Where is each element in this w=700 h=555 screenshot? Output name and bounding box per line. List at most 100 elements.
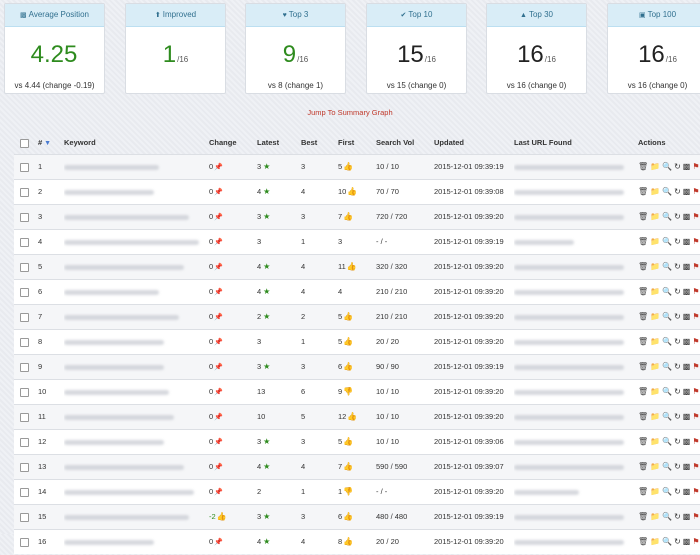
row-last-url[interactable] xyxy=(514,380,634,404)
search-icon[interactable]: 🔍 xyxy=(662,305,672,329)
row-last-url[interactable] xyxy=(514,205,634,229)
folder-icon[interactable]: 📁 xyxy=(650,205,660,229)
search-icon[interactable]: 🔍 xyxy=(662,480,672,504)
folder-icon[interactable]: 📁 xyxy=(650,480,660,504)
row-last-url[interactable] xyxy=(514,430,634,454)
search-icon[interactable]: 🔍 xyxy=(662,155,672,179)
row-checkbox[interactable] xyxy=(20,387,29,397)
refresh-icon[interactable]: ↻ xyxy=(674,205,681,229)
header-last-url[interactable]: Last URL Found xyxy=(514,131,634,154)
tags-icon[interactable]: ⚑ xyxy=(692,230,699,254)
tags-icon[interactable]: ⚑ xyxy=(692,330,699,354)
search-icon[interactable]: 🔍 xyxy=(662,355,672,379)
row-checkbox[interactable] xyxy=(20,287,29,297)
folder-icon[interactable]: 📁 xyxy=(650,305,660,329)
row-checkbox[interactable] xyxy=(20,512,29,522)
row-keyword[interactable] xyxy=(64,380,204,404)
header-latest[interactable]: Latest xyxy=(257,131,297,154)
bar-chart-icon[interactable]: ▩ xyxy=(683,305,691,329)
trash-icon[interactable]: 🗑 xyxy=(638,430,648,454)
row-keyword[interactable] xyxy=(64,405,204,429)
row-last-url[interactable] xyxy=(514,480,634,504)
trash-icon[interactable]: 🗑 xyxy=(638,405,648,429)
row-checkbox[interactable] xyxy=(20,337,29,347)
folder-icon[interactable]: 📁 xyxy=(650,180,660,204)
folder-icon[interactable]: 📁 xyxy=(650,230,660,254)
tags-icon[interactable]: ⚑ xyxy=(692,355,699,379)
bar-chart-icon[interactable]: ▩ xyxy=(683,480,691,504)
header-updated[interactable]: Updated xyxy=(434,131,512,154)
row-last-url[interactable] xyxy=(514,280,634,304)
row-keyword[interactable] xyxy=(64,280,204,304)
row-keyword[interactable] xyxy=(64,430,204,454)
folder-icon[interactable]: 📁 xyxy=(650,280,660,304)
row-last-url[interactable] xyxy=(514,355,634,379)
jump-to-summary-link[interactable]: Jump To Summary Graph xyxy=(0,108,700,117)
search-icon[interactable]: 🔍 xyxy=(662,205,672,229)
tags-icon[interactable]: ⚑ xyxy=(692,455,699,479)
header-keyword[interactable]: Keyword xyxy=(64,131,204,154)
bar-chart-icon[interactable]: ▩ xyxy=(683,380,691,404)
refresh-icon[interactable]: ↻ xyxy=(674,155,681,179)
folder-icon[interactable]: 📁 xyxy=(650,380,660,404)
row-checkbox[interactable] xyxy=(20,162,29,172)
folder-icon[interactable]: 📁 xyxy=(650,505,660,529)
search-icon[interactable]: 🔍 xyxy=(662,405,672,429)
tags-icon[interactable]: ⚑ xyxy=(692,205,699,229)
folder-icon[interactable]: 📁 xyxy=(650,355,660,379)
header-first[interactable]: First xyxy=(338,131,373,154)
header-num[interactable]: # ▼ xyxy=(38,131,58,155)
refresh-icon[interactable]: ↻ xyxy=(674,355,681,379)
row-checkbox[interactable] xyxy=(20,437,29,447)
trash-icon[interactable]: 🗑 xyxy=(638,205,648,229)
tags-icon[interactable]: ⚑ xyxy=(692,255,699,279)
bar-chart-icon[interactable]: ▩ xyxy=(683,355,691,379)
refresh-icon[interactable]: ↻ xyxy=(674,455,681,479)
trash-icon[interactable]: 🗑 xyxy=(638,255,648,279)
search-icon[interactable]: 🔍 xyxy=(662,280,672,304)
row-last-url[interactable] xyxy=(514,305,634,329)
tags-icon[interactable]: ⚑ xyxy=(692,280,699,304)
header-search-vol[interactable]: Search Vol xyxy=(376,131,431,154)
row-keyword[interactable] xyxy=(64,480,204,504)
trash-icon[interactable]: 🗑 xyxy=(638,330,648,354)
bar-chart-icon[interactable]: ▩ xyxy=(683,280,691,304)
folder-icon[interactable]: 📁 xyxy=(650,330,660,354)
row-last-url[interactable] xyxy=(514,330,634,354)
trash-icon[interactable]: 🗑 xyxy=(638,280,648,304)
row-last-url[interactable] xyxy=(514,455,634,479)
refresh-icon[interactable]: ↻ xyxy=(674,280,681,304)
bar-chart-icon[interactable]: ▩ xyxy=(683,330,691,354)
trash-icon[interactable]: 🗑 xyxy=(638,180,648,204)
refresh-icon[interactable]: ↻ xyxy=(674,180,681,204)
row-keyword[interactable] xyxy=(64,255,204,279)
row-keyword[interactable] xyxy=(64,455,204,479)
folder-icon[interactable]: 📁 xyxy=(650,155,660,179)
row-checkbox[interactable] xyxy=(20,412,29,422)
bar-chart-icon[interactable]: ▩ xyxy=(683,405,691,429)
row-keyword[interactable] xyxy=(64,180,204,204)
header-change[interactable]: Change xyxy=(209,131,249,154)
row-checkbox[interactable] xyxy=(20,487,29,497)
trash-icon[interactable]: 🗑 xyxy=(638,380,648,404)
search-icon[interactable]: 🔍 xyxy=(662,380,672,404)
row-checkbox[interactable] xyxy=(20,262,29,272)
sort-icon[interactable]: ▼ xyxy=(44,140,51,147)
tags-icon[interactable]: ⚑ xyxy=(692,155,699,179)
folder-icon[interactable]: 📁 xyxy=(650,455,660,479)
refresh-icon[interactable]: ↻ xyxy=(674,380,681,404)
tags-icon[interactable]: ⚑ xyxy=(692,380,699,404)
search-icon[interactable]: 🔍 xyxy=(662,505,672,529)
bar-chart-icon[interactable]: ▩ xyxy=(683,455,691,479)
tags-icon[interactable]: ⚑ xyxy=(692,180,699,204)
row-keyword[interactable] xyxy=(64,330,204,354)
folder-icon[interactable]: 📁 xyxy=(650,255,660,279)
row-last-url[interactable] xyxy=(514,405,634,429)
row-checkbox[interactable] xyxy=(20,462,29,472)
search-icon[interactable]: 🔍 xyxy=(662,430,672,454)
trash-icon[interactable]: 🗑 xyxy=(638,305,648,329)
trash-icon[interactable]: 🗑 xyxy=(638,505,648,529)
refresh-icon[interactable]: ↻ xyxy=(674,230,681,254)
refresh-icon[interactable]: ↻ xyxy=(674,430,681,454)
search-icon[interactable]: 🔍 xyxy=(662,180,672,204)
